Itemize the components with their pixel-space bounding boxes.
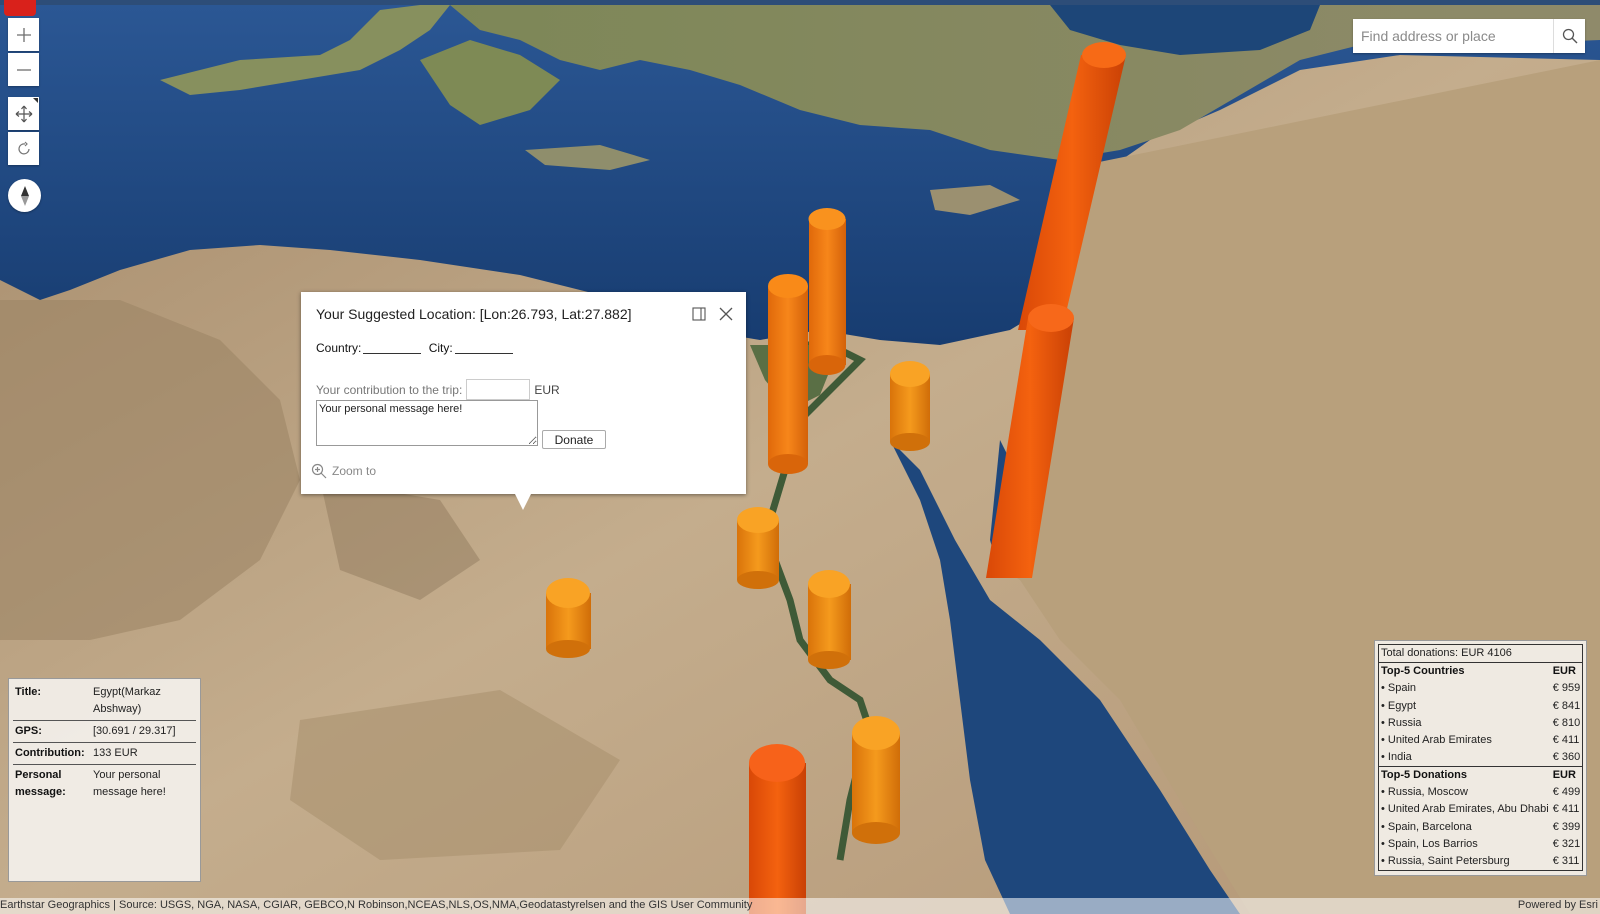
search-icon	[1562, 28, 1577, 44]
zoom-to-action[interactable]: Zoom to	[311, 463, 376, 479]
donation-stats-panel: Total donations: EUR 4106 Top-5 Countrie…	[1374, 640, 1587, 876]
donations-unit: EUR	[1550, 765, 1583, 784]
contribution-row: Your contribution to the trip: EUR	[316, 379, 560, 400]
donation-row: • Russia, Saint Petersburg € 311	[1379, 853, 1582, 870]
feature-info-table: Title: Egypt(Markaz Abshway) GPS: [30.69…	[13, 682, 196, 803]
contribution-label: Contribution:	[13, 742, 91, 765]
map-view[interactable]	[0, 0, 1600, 914]
message-label: Personal message:	[15, 769, 66, 798]
message-value: Your personal message here!	[93, 769, 166, 798]
donation-name: • United Arab Emirates, Abu Dhabi	[1381, 803, 1549, 816]
stats-table: Total donations: EUR 4106 Top-5 Countrie…	[1379, 645, 1583, 870]
popup-title: Your Suggested Location: [Lon:26.793, La…	[316, 306, 632, 322]
dock-icon	[692, 307, 706, 321]
location-popup: Your Suggested Location: [Lon:26.793, La…	[301, 292, 746, 494]
attribution-source: Earthstar Geographics | Source: USGS, NG…	[0, 899, 753, 911]
satellite-basemap[interactable]	[0, 0, 1600, 914]
move-arrows-icon	[15, 105, 32, 122]
country-value: € 959	[1552, 682, 1581, 695]
plus-icon	[16, 27, 31, 42]
close-icon	[719, 307, 733, 321]
country-value: € 360	[1552, 751, 1581, 764]
donation-bar[interactable]	[852, 716, 900, 844]
zoom-out-button[interactable]	[8, 53, 39, 86]
donation-name: • Spain, Los Barrios	[1381, 837, 1478, 850]
donation-value: € 321	[1552, 837, 1581, 850]
country-value: € 841	[1552, 699, 1581, 712]
donation-row: • Spain, Los Barrios € 321	[1379, 835, 1582, 852]
compass-icon	[20, 185, 29, 206]
location-fields: Country: City:	[316, 341, 517, 355]
title-value: Egypt(Markaz Abshway)	[91, 682, 196, 721]
donation-row: • Russia, Moscow € 499	[1379, 783, 1582, 800]
total-donations: Total donations: EUR 4106	[1379, 645, 1583, 663]
country-name: • India	[1381, 751, 1412, 764]
popup-pointer	[515, 494, 531, 510]
donate-button[interactable]: Donate	[542, 430, 606, 449]
donation-value: € 399	[1552, 820, 1581, 833]
donation-name: • Spain, Barcelona	[1381, 820, 1472, 833]
country-name: • Spain	[1381, 682, 1417, 695]
message-textarea[interactable]: Your personal message here!	[316, 400, 538, 446]
pan-button[interactable]	[8, 97, 39, 130]
contribution-label: Your contribution to the trip:	[316, 382, 463, 397]
minus-icon	[16, 68, 31, 71]
attribution-bar: Earthstar Geographics | Source: USGS, NG…	[0, 898, 1600, 914]
donation-bar[interactable]	[768, 274, 808, 474]
donation-row: • Spain, Barcelona € 399	[1379, 818, 1582, 835]
country-row: • United Arab Emirates € 411	[1379, 731, 1582, 748]
country-row: • India € 360	[1379, 749, 1582, 766]
powered-by-esri[interactable]: Powered by Esri	[1518, 899, 1598, 911]
zoom-to-label: Zoom to	[332, 464, 377, 478]
dock-button[interactable]	[689, 304, 709, 324]
country-row: • Spain € 959	[1379, 680, 1582, 697]
country-name: • Egypt	[1381, 699, 1417, 712]
search-button[interactable]	[1553, 19, 1585, 53]
countries-header: Top-5 Countries	[1381, 665, 1465, 678]
contribution-input[interactable]	[466, 379, 531, 400]
window-top-border	[0, 0, 1600, 5]
rotate-icon	[17, 141, 30, 154]
donation-row: • United Arab Emirates, Abu Dhabi € 411	[1379, 801, 1582, 818]
donation-bar[interactable]	[808, 570, 851, 669]
donation-bar[interactable]	[808, 208, 847, 375]
close-button[interactable]	[716, 304, 736, 324]
country-name: • Russia	[1381, 716, 1422, 729]
country-blank	[363, 353, 422, 354]
gps-label: GPS:	[13, 720, 91, 743]
country-row: • Egypt € 841	[1379, 697, 1582, 714]
donation-value: € 311	[1552, 855, 1580, 868]
currency-label: EUR	[534, 382, 560, 397]
donation-bar[interactable]	[749, 744, 806, 914]
donation-value: € 411	[1552, 803, 1580, 816]
zoom-magnifier-icon	[311, 463, 327, 479]
rotate-button[interactable]	[8, 132, 39, 165]
country-value: € 810	[1552, 716, 1581, 729]
donation-name: • Russia, Moscow	[1381, 786, 1468, 799]
countries-unit: EUR	[1552, 665, 1576, 678]
donation-value: € 499	[1552, 786, 1581, 799]
donation-name: • Russia, Saint Petersburg	[1381, 855, 1510, 868]
compass-button[interactable]	[8, 179, 41, 212]
feature-info-panel: Title: Egypt(Markaz Abshway) GPS: [30.69…	[8, 678, 201, 882]
country-name: • United Arab Emirates	[1381, 734, 1492, 747]
search-widget	[1353, 19, 1585, 53]
gps-value: [30.691 / 29.317]	[91, 720, 196, 743]
donation-bar[interactable]	[546, 578, 591, 658]
title-label: Title:	[13, 682, 91, 721]
contribution-value: 133 EUR	[91, 742, 196, 765]
donation-bar[interactable]	[890, 361, 930, 451]
country-value: € 411	[1552, 734, 1580, 747]
donations-header: Top-5 Donations	[1379, 765, 1551, 784]
city-label: City:	[428, 341, 453, 355]
zoom-in-button[interactable]	[8, 18, 39, 51]
city-blank	[454, 353, 513, 354]
donation-bar[interactable]	[737, 507, 779, 589]
app-corner-tab	[4, 0, 36, 16]
search-input[interactable]	[1353, 19, 1553, 53]
country-label: Country:	[316, 341, 362, 355]
country-row: • Russia € 810	[1379, 714, 1582, 731]
